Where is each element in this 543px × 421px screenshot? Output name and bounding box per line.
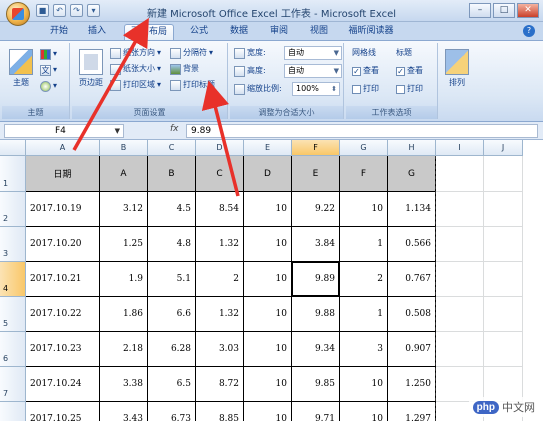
office-button[interactable] (6, 2, 30, 26)
arrow-to-page-layout-tab (72, 17, 149, 151)
watermark-badge: php (472, 400, 499, 414)
watermark-text: 中文网 (502, 401, 535, 414)
office-logo-icon (12, 8, 24, 20)
arrow-to-print-titles (201, 80, 240, 197)
annotation-arrows (72, 17, 240, 197)
site-watermark: php 中文网 (468, 397, 539, 417)
